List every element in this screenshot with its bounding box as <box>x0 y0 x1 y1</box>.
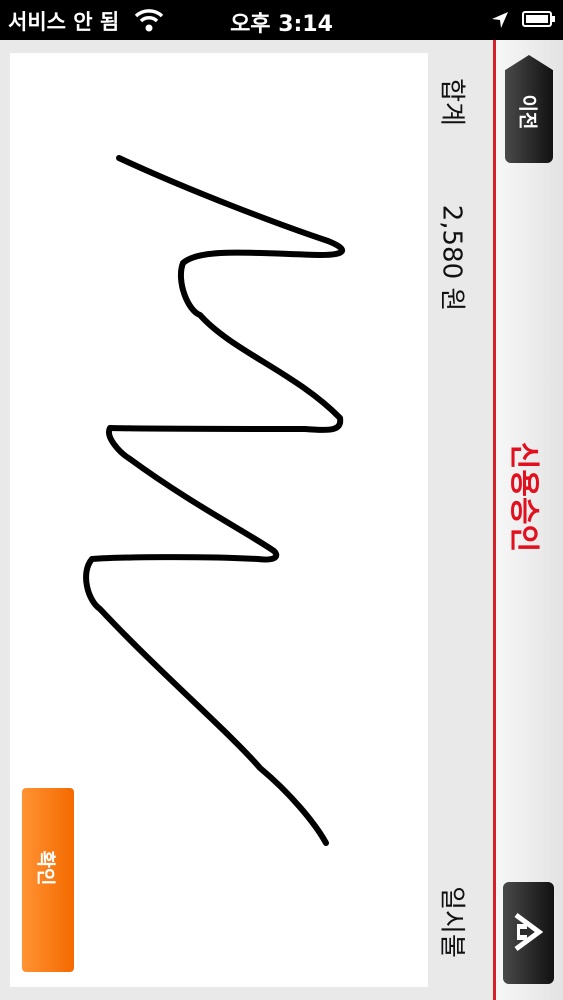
payment-type-label: 일시불 <box>436 886 467 958</box>
home-icon <box>514 912 544 952</box>
status-time: 오후 3:14 <box>230 12 333 37</box>
page-title: 신용승인 <box>506 441 541 553</box>
status-bar: 서비스 안 됨 오후 3:14 <box>0 0 563 40</box>
total-amount: 2,580 원 <box>436 204 467 312</box>
location-arrow-icon <box>492 12 508 28</box>
battery-icon <box>522 11 555 27</box>
back-button-label: 이전 <box>516 94 539 130</box>
total-label: 합계 <box>436 78 467 126</box>
confirm-button-label: 확인 <box>34 850 57 886</box>
